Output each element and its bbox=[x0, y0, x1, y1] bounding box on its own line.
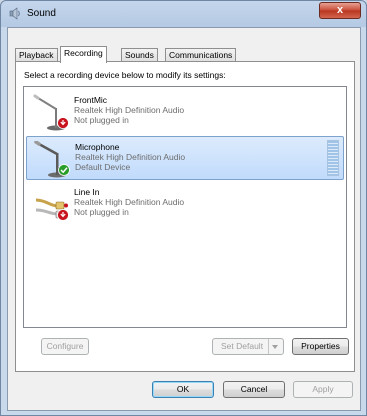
apply-button-label: Apply bbox=[312, 384, 334, 394]
speaker-icon bbox=[9, 7, 20, 20]
set-default-button[interactable]: Set Default bbox=[212, 338, 284, 355]
device-item-frontmic[interactable]: FrontMic Realtek High Definition Audio N… bbox=[26, 90, 344, 134]
tab-recording[interactable]: Recording bbox=[60, 46, 107, 63]
device-name: Line In bbox=[74, 187, 100, 197]
dialog-client-area: Playback Recording Sounds Communications… bbox=[7, 27, 361, 411]
configure-button[interactable]: Configure bbox=[41, 338, 89, 355]
recording-tab-panel: Select a recording device below to modif… bbox=[15, 61, 355, 372]
device-item-line-in[interactable]: Line In Realtek High Definition Audio No… bbox=[26, 182, 344, 226]
title-bar[interactable]: Sound x bbox=[1, 1, 366, 27]
apply-button[interactable]: Apply bbox=[293, 381, 353, 398]
device-status: Not plugged in bbox=[74, 115, 129, 125]
unplugged-badge-icon bbox=[57, 117, 69, 129]
tab-playback[interactable]: Playback bbox=[15, 48, 58, 62]
ok-button-label: OK bbox=[176, 384, 190, 394]
device-name: Microphone bbox=[75, 142, 120, 152]
input-level-meter bbox=[327, 140, 339, 176]
device-item-microphone[interactable]: Microphone Realtek High Definition Audio… bbox=[26, 136, 344, 180]
cancel-button[interactable]: Cancel bbox=[223, 381, 285, 398]
window-title: Sound bbox=[27, 8, 56, 19]
ok-button[interactable]: OK bbox=[152, 381, 214, 398]
device-status: Not plugged in bbox=[74, 207, 129, 217]
set-default-button-label: Set Default bbox=[221, 341, 264, 351]
device-status: Default Device bbox=[75, 162, 131, 172]
cancel-button-label: Cancel bbox=[240, 384, 268, 394]
default-check-badge-icon bbox=[58, 164, 70, 176]
instruction-text: Select a recording device below to modif… bbox=[24, 70, 226, 80]
device-driver: Realtek High Definition Audio bbox=[74, 105, 185, 115]
device-driver: Realtek High Definition Audio bbox=[74, 197, 185, 207]
device-name: FrontMic bbox=[74, 95, 108, 105]
close-button[interactable]: x bbox=[319, 2, 361, 19]
properties-button[interactable]: Properties bbox=[292, 338, 349, 355]
sound-dialog: Sound x Playback Recording Sounds Commun… bbox=[0, 0, 367, 416]
properties-button-label: Properties bbox=[301, 341, 340, 351]
recording-device-list[interactable]: FrontMic Realtek High Definition Audio N… bbox=[23, 86, 347, 328]
chevron-down-icon[interactable] bbox=[268, 339, 283, 354]
tab-sounds[interactable]: Sounds bbox=[121, 48, 158, 62]
tab-communications[interactable]: Communications bbox=[165, 48, 237, 62]
device-driver: Realtek High Definition Audio bbox=[75, 152, 186, 162]
configure-button-label: Configure bbox=[46, 341, 84, 351]
close-icon: x bbox=[336, 4, 344, 16]
unplugged-badge-icon bbox=[57, 209, 69, 221]
